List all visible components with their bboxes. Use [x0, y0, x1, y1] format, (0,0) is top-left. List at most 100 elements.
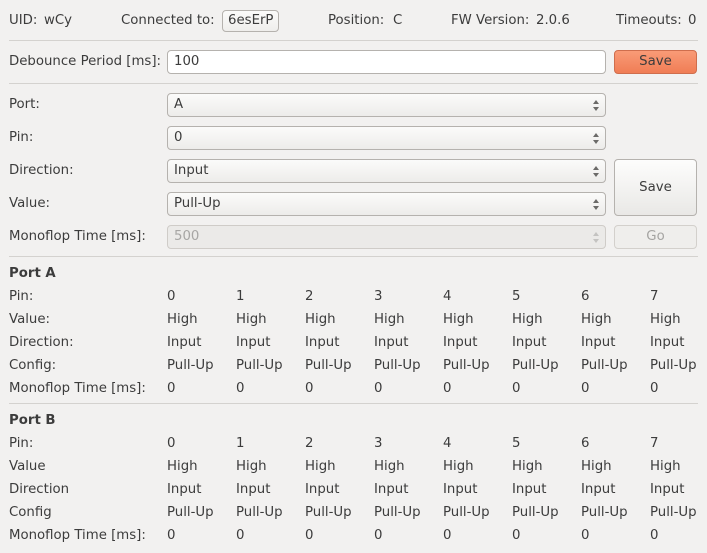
value-cell: High: [512, 459, 543, 474]
value-cell: High: [443, 312, 474, 327]
value-select[interactable]: Pull-Up: [167, 192, 606, 216]
pin-cell: 5: [512, 289, 521, 304]
fw-version-label: FW Version:: [451, 13, 530, 28]
monoflop-time-value: 500: [174, 229, 200, 244]
port-title: Port A: [9, 266, 56, 281]
value-cell: High: [650, 459, 681, 474]
debounce-save-button[interactable]: Save: [614, 50, 697, 74]
value-cell: High: [236, 459, 267, 474]
direction-cell: Input: [305, 335, 340, 350]
monoflop-time-spinbox[interactable]: 500: [167, 225, 606, 249]
port-select[interactable]: A: [167, 93, 606, 117]
pin-cell: 7: [650, 436, 659, 451]
timeouts-value: 0: [688, 13, 697, 28]
direction-row-label: Direction: [9, 482, 70, 497]
config-cell: Pull-Up: [581, 505, 628, 520]
debounce-label: Debounce Period [ms]:: [9, 54, 161, 69]
value-cell: High: [443, 459, 474, 474]
value-cell: High: [650, 312, 681, 327]
config-cell: Pull-Up: [305, 358, 352, 373]
direction-cell: Input: [236, 335, 271, 350]
monoflop-time-cell: 0: [167, 528, 176, 543]
monoflop-time-cell: 0: [512, 528, 521, 543]
config-cell: Pull-Up: [443, 505, 490, 520]
pin-select[interactable]: 0: [167, 126, 606, 150]
config-cell: Pull-Up: [374, 505, 421, 520]
up-down-arrows-icon: [592, 97, 600, 113]
direction-cell: Input: [512, 335, 547, 350]
value-cell: High: [512, 312, 543, 327]
monoflop-time-cell: 0: [167, 381, 176, 396]
direction-cell: Input: [374, 335, 409, 350]
config-cell: Pull-Up: [236, 358, 283, 373]
config-cell: Pull-Up: [443, 358, 490, 373]
divider: [9, 256, 698, 257]
direction-cell: Input: [581, 482, 616, 497]
config-cell: Pull-Up: [236, 505, 283, 520]
connected-uid-button[interactable]: 6esErP: [222, 10, 280, 32]
up-down-arrows-icon: [592, 130, 600, 146]
port-label: Port:: [9, 97, 40, 112]
up-down-arrows-icon: [592, 229, 600, 245]
connected-to-label: Connected to:: [121, 13, 215, 28]
value-cell: High: [374, 312, 405, 327]
position-label: Position:: [328, 13, 385, 28]
pin-label: Pin:: [9, 130, 34, 145]
value-cell: High: [236, 312, 267, 327]
value-cell: High: [167, 459, 198, 474]
direction-select[interactable]: Input: [167, 159, 606, 183]
config-cell: Pull-Up: [167, 505, 214, 520]
value-label: Value:: [9, 196, 50, 211]
port-title: Port B: [9, 413, 56, 428]
config-cell: Pull-Up: [512, 358, 559, 373]
position-value: C: [393, 13, 403, 28]
debounce-input[interactable]: 100: [167, 50, 606, 74]
pin-cell: 6: [581, 289, 590, 304]
port-select-value: A: [174, 97, 184, 112]
up-down-arrows-icon: [592, 163, 600, 179]
direction-label: Direction:: [9, 163, 74, 178]
divider: [9, 40, 698, 41]
value-cell: High: [581, 459, 612, 474]
pin-cell: 0: [167, 289, 176, 304]
pin-cell: 4: [443, 436, 452, 451]
up-down-arrows-icon: [592, 196, 600, 212]
monoflop-label: Monoflop Time [ms]:: [9, 229, 146, 244]
pin-cell: 2: [305, 436, 314, 451]
monoflop-time-cell: 0: [650, 381, 659, 396]
direction-cell: Input: [167, 482, 202, 497]
config-cell: Pull-Up: [650, 358, 697, 373]
pin-cell: 7: [650, 289, 659, 304]
monoflop-time-cell: 0: [443, 528, 452, 543]
value-cell: High: [581, 312, 612, 327]
pin-cell: 1: [236, 436, 245, 451]
value-select-value: Pull-Up: [174, 196, 221, 211]
monoflop-time-row-label: Monoflop Time [ms]:: [9, 528, 146, 543]
monoflop-time-cell: 0: [236, 381, 245, 396]
direction-cell: Input: [305, 482, 340, 497]
monoflop-go-button[interactable]: Go: [614, 225, 697, 249]
config-cell: Pull-Up: [512, 505, 559, 520]
direction-cell: Input: [650, 335, 685, 350]
pin-cell: 5: [512, 436, 521, 451]
value-cell: High: [305, 459, 336, 474]
pin-cell: 3: [374, 289, 383, 304]
divider: [9, 83, 698, 84]
monoflop-time-cell: 0: [443, 381, 452, 396]
direction-cell: Input: [443, 482, 478, 497]
config-cell: Pull-Up: [581, 358, 628, 373]
fw-version-value: 2.0.6: [536, 13, 570, 28]
direction-cell: Input: [581, 335, 616, 350]
monoflop-time-cell: 0: [581, 381, 590, 396]
monoflop-time-cell: 0: [374, 381, 383, 396]
config-save-button[interactable]: Save: [614, 159, 697, 216]
value-cell: High: [305, 312, 336, 327]
direction-cell: Input: [650, 482, 685, 497]
monoflop-time-cell: 0: [236, 528, 245, 543]
config-cell: Pull-Up: [167, 358, 214, 373]
monoflop-time-cell: 0: [305, 381, 314, 396]
uid-label: UID:: [9, 13, 38, 28]
monoflop-time-cell: 0: [581, 528, 590, 543]
direction-cell: Input: [236, 482, 271, 497]
config-row-label: Config: [9, 505, 52, 520]
